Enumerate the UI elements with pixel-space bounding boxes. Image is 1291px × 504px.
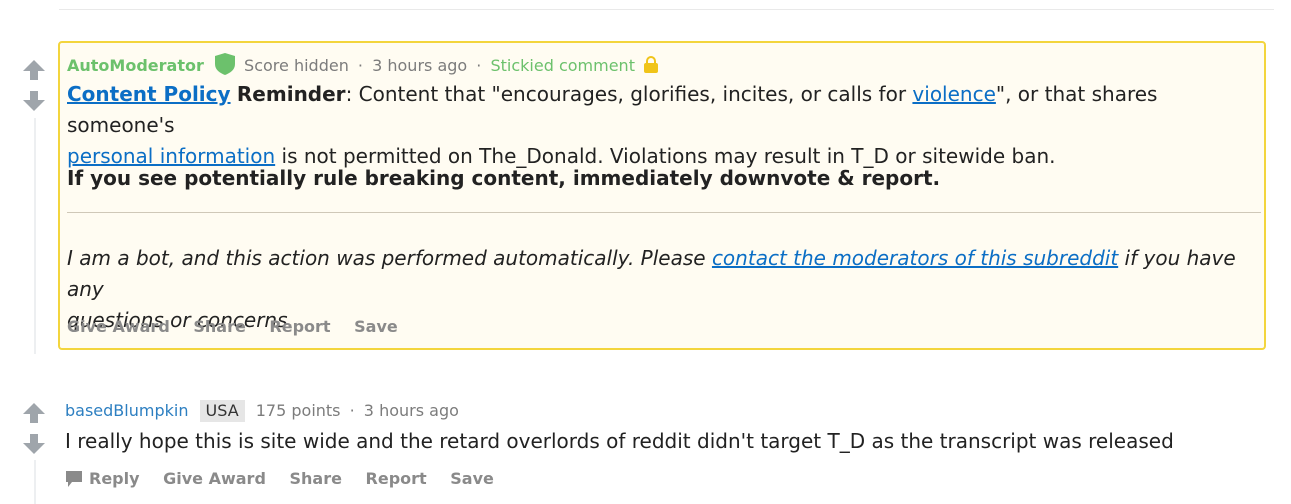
sticky-bold-paragraph: If you see potentially rule breaking con… xyxy=(67,166,941,190)
lock-icon xyxy=(644,56,659,78)
comment-meta: basedBlumpkin USA 175 points · 3 hours a… xyxy=(65,400,459,422)
downvote-icon[interactable] xyxy=(23,434,51,454)
upvote-icon[interactable] xyxy=(23,403,51,423)
share-button[interactable]: Share xyxy=(193,317,245,336)
reply-label: Reply xyxy=(89,469,140,488)
sticky-comment-meta: AutoModerator Score hidden · 3 hours ago… xyxy=(67,53,659,80)
comment-icon xyxy=(65,470,83,492)
sticky-vote-column xyxy=(23,60,51,111)
horizontal-rule xyxy=(67,212,1261,213)
thread-line[interactable] xyxy=(34,460,36,504)
sticky-paragraph-1: Content Policy Reminder: Content that "e… xyxy=(67,79,1262,172)
contact-moderators-link[interactable]: contact the moderators of this subreddit xyxy=(712,246,1118,270)
separator-dot: · xyxy=(357,56,364,75)
comment-author[interactable]: basedBlumpkin xyxy=(65,401,188,420)
sticky-time[interactable]: 3 hours ago xyxy=(372,56,467,75)
sticky-author[interactable]: AutoModerator xyxy=(67,56,204,75)
comment-actions: Reply Give Award Share Report Save xyxy=(65,469,512,492)
user-flair: USA xyxy=(199,400,245,422)
comment-points: 175 points xyxy=(255,401,341,420)
content-policy-link[interactable]: Content Policy xyxy=(67,82,231,106)
comment-time[interactable]: 3 hours ago xyxy=(364,401,459,420)
separator-dot: · xyxy=(476,56,482,75)
save-button[interactable]: Save xyxy=(354,317,398,336)
score-hidden: Score hidden xyxy=(244,56,349,75)
top-divider xyxy=(59,9,1274,10)
comment-text: I really hope this is site wide and the … xyxy=(65,429,1174,453)
thread-line[interactable] xyxy=(34,118,36,354)
save-button[interactable]: Save xyxy=(450,469,494,488)
shield-icon xyxy=(214,53,235,80)
bot-text-1: I am a bot, and this action was performe… xyxy=(67,246,712,270)
share-button[interactable]: Share xyxy=(289,469,341,488)
give-award-button[interactable]: Give Award xyxy=(163,469,266,488)
sticky-actions: Give Award Share Report Save xyxy=(67,317,416,336)
comment-vote-column xyxy=(23,403,51,454)
give-award-button[interactable]: Give Award xyxy=(67,317,170,336)
downvote-icon[interactable] xyxy=(23,91,51,111)
stickied-label: Stickied comment xyxy=(490,56,635,75)
separator-dot: · xyxy=(349,401,355,420)
report-button[interactable]: Report xyxy=(269,317,330,336)
reply-button[interactable]: Reply xyxy=(65,469,145,488)
upvote-icon[interactable] xyxy=(23,60,51,80)
sticky-text-1: : Content that "encourages, glorifies, i… xyxy=(345,82,913,106)
reminder-label: Reminder xyxy=(236,82,346,106)
report-button[interactable]: Report xyxy=(366,469,427,488)
violence-link[interactable]: violence xyxy=(912,82,995,106)
